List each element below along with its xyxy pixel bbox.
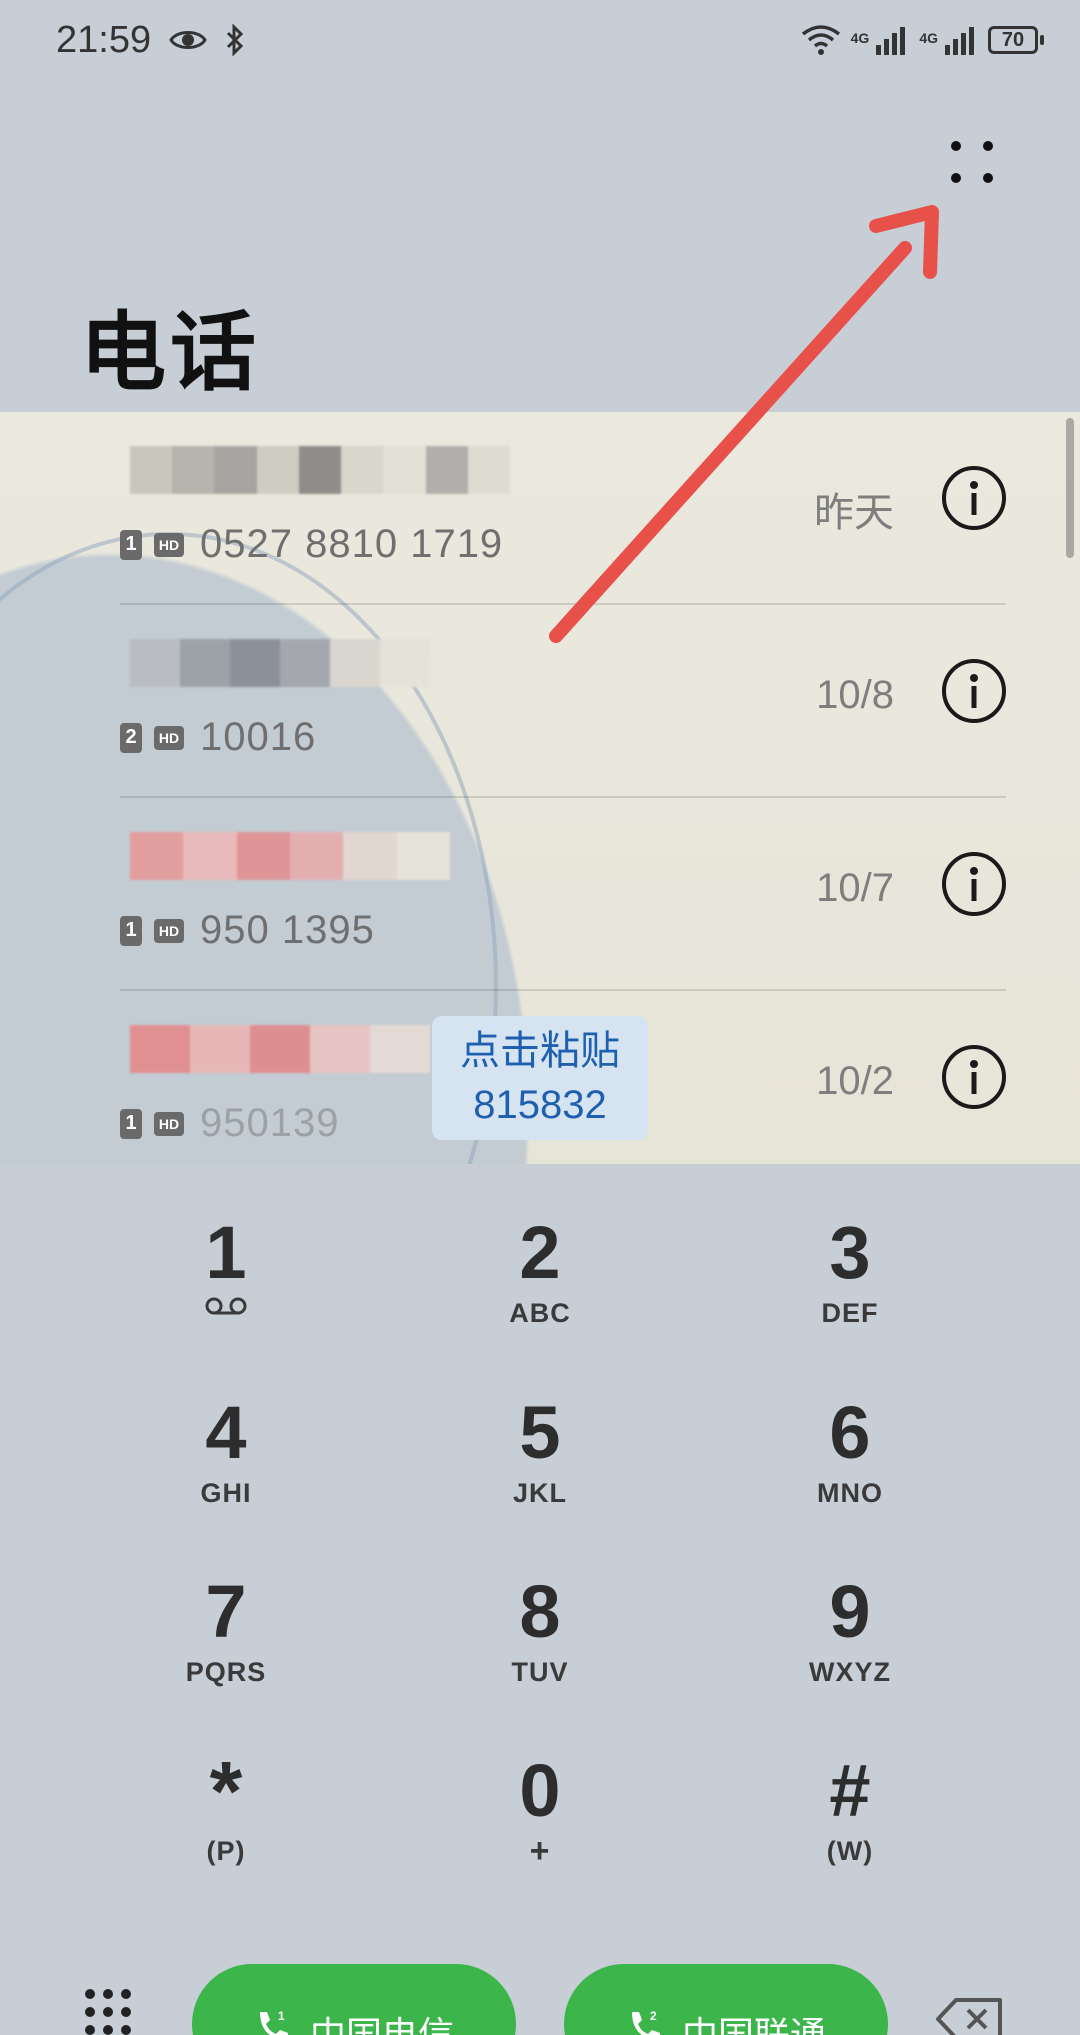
key-letters: + [529,1832,551,1870]
key-digit: * [209,1744,243,1838]
key-star[interactable]: * (P) [76,1748,376,1908]
key-digit: 0 [519,1749,561,1832]
carrier-label: 中国电信 [309,2014,454,2035]
key-3[interactable]: 3 DEF [700,1210,1000,1370]
key-digit: 2 [519,1211,561,1294]
bottom-action-bar: 1 中国电信 2 中国联通 [0,1960,1080,2035]
sim-badge: 2 [120,722,142,753]
key-letters: (P) [206,1836,246,1866]
phone-number: 0527 8810 1719 [200,522,504,566]
key-digit: 1 [205,1211,247,1294]
key-digit: 3 [829,1211,871,1294]
call-date: 10/2 [816,1059,894,1103]
paste-code-chip[interactable]: 点击粘贴 815832 [432,1016,648,1140]
key-letters: TUV [511,1657,569,1687]
voicemail-icon [205,1297,247,1315]
backspace-icon [936,1998,1002,2035]
key-letters: JKL [512,1478,567,1508]
hd-badge: HD [154,532,184,557]
key-letters: (W) [826,1836,874,1866]
info-icon [970,674,978,708]
phone-number: 950139 [200,1101,340,1145]
call-info-button[interactable] [942,659,1006,723]
network-type-1: 4G [850,30,870,46]
key-digit: 6 [829,1391,871,1474]
key-0[interactable]: 0 + [390,1748,690,1908]
bluetooth-icon [227,24,244,56]
call-button-sim1[interactable]: 1 中国电信 [192,1964,516,2035]
key-6[interactable]: 6 MNO [700,1390,1000,1550]
key-digit: 5 [519,1391,561,1474]
key-digit: # [829,1749,871,1832]
call-info-button[interactable] [942,852,1006,916]
page-title: 电话 [80,305,260,401]
more-dots-icon [951,141,993,183]
svg-text:2: 2 [650,2009,657,2023]
sim-badge: 1 [120,915,142,946]
svg-text:1: 1 [278,2009,285,2023]
call-info-button[interactable] [942,466,1006,530]
phone-sim1-icon: 1 [259,2009,288,2035]
key-letters: WXYZ [809,1657,891,1687]
wifi-icon [801,25,840,55]
contact-name-redacted [130,1025,430,1073]
hd-badge: HD [154,725,184,750]
key-letters: PQRS [185,1657,267,1687]
key-letters: ABC [509,1298,571,1328]
key-2[interactable]: 2 ABC [390,1210,690,1370]
signal-icon [945,27,974,55]
sim-badge: 1 [120,1108,142,1139]
carrier-label: 中国联通 [681,2014,826,2035]
info-icon [970,1060,978,1094]
phone-number: 950 1395 [200,908,375,952]
key-letters: MNO [817,1478,883,1508]
hd-badge: HD [154,1111,184,1136]
signal-icon [876,27,906,55]
contact-name-redacted [130,832,450,880]
call-button-sim2[interactable]: 2 中国联通 [564,1964,888,2035]
info-icon [970,867,978,901]
key-7[interactable]: 7 PQRS [76,1569,376,1729]
dialpad-grid-icon [85,1989,131,2035]
network-type-2: 4G [919,30,938,46]
key-8[interactable]: 8 TUV [390,1569,690,1729]
paste-code: 815832 [473,1083,607,1127]
dialpad-toggle-button[interactable] [82,1986,134,2035]
status-time: 21:59 [56,18,152,61]
key-digit: 9 [829,1570,871,1653]
status-bar: 21:59 4G 4G 70 [0,0,1080,80]
key-9[interactable]: 9 WXYZ [700,1569,1000,1729]
contact-name-redacted [130,639,430,687]
key-letters: DEF [821,1298,879,1328]
hd-badge: HD [154,918,184,943]
recent-call-row[interactable]: 1 HD 0527 8810 1719 昨天 [120,412,1006,605]
key-digit: 4 [205,1391,247,1474]
sim-badge: 1 [120,529,142,560]
battery-icon: 70 [988,26,1044,54]
key-letters: GHI [200,1478,252,1508]
call-info-button[interactable] [942,1045,1006,1109]
recent-call-row[interactable]: 2 HD 10016 10/8 [120,605,1006,798]
key-1[interactable]: 1 [76,1210,376,1370]
backspace-button[interactable] [934,1996,1006,2035]
contact-name-redacted [130,446,510,494]
key-hash[interactable]: # (W) [700,1748,1000,1908]
call-date: 昨天 [814,491,894,535]
key-digit: 8 [519,1570,561,1653]
info-icon [970,481,978,515]
more-options-button[interactable] [930,120,1014,204]
phone-sim2-icon: 2 [631,2009,660,2035]
key-digit: 7 [205,1570,247,1653]
key-4[interactable]: 4 GHI [76,1390,376,1550]
battery-level: 70 [1001,28,1025,51]
call-date: 10/8 [816,673,894,717]
phone-number: 10016 [200,715,317,759]
call-date: 10/7 [816,866,894,910]
paste-label: 点击粘贴 [460,1029,620,1073]
key-5[interactable]: 5 JKL [390,1390,690,1550]
recent-call-row[interactable]: 1 HD 950 1395 10/7 [120,798,1006,991]
eye-icon [169,31,207,49]
phone-screen: 21:59 4G 4G 70 电话 1 HD 0527 8810 1719 昨天… [0,0,1080,2035]
scrollbar[interactable] [1066,418,1074,558]
